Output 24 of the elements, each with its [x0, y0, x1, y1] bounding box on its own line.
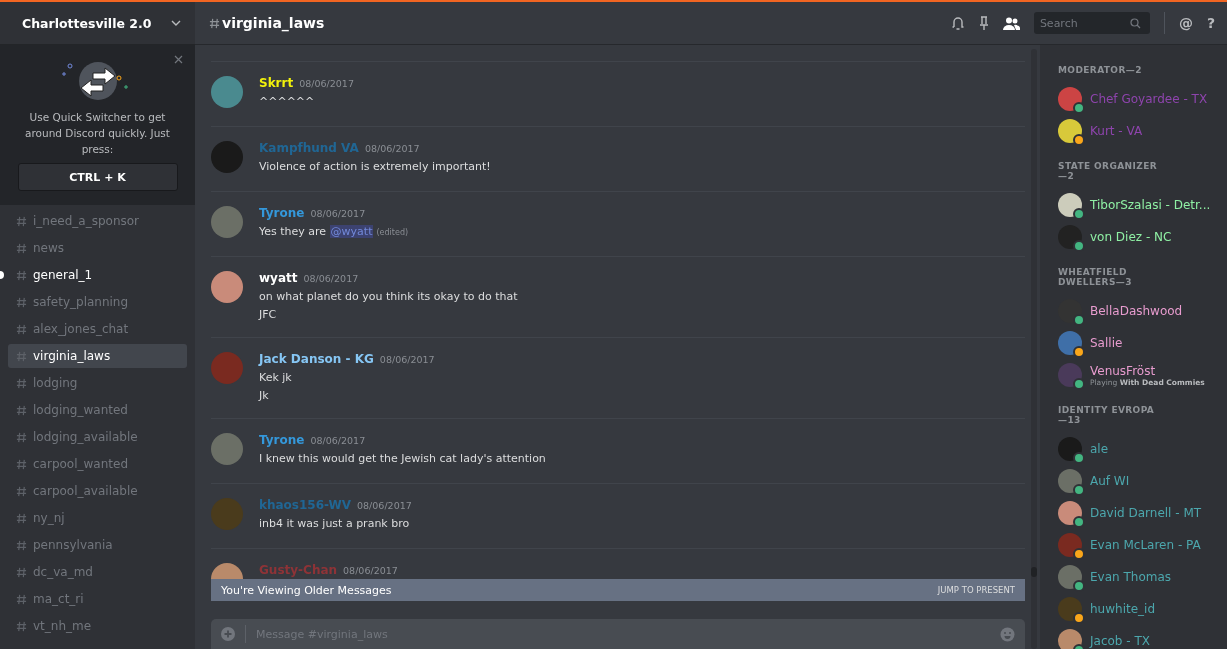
role-heading: MODERATOR—2 [1058, 65, 1143, 75]
message-text: on what planet do you think its okay to do that [259, 290, 518, 303]
timestamp: 08/06/2017 [310, 435, 366, 446]
older-messages-notice: You're Viewing Older Messages [221, 583, 392, 597]
timestamp: 08/06/2017 [299, 78, 354, 89]
role-heading: WHEATFIELD DWELLERS—3 [1058, 267, 1133, 287]
message-text: Violence of action is extremely important! [259, 160, 491, 173]
message-text: ^^^^^^ [259, 95, 316, 108]
role-heading: IDENTITY EVROPA—13 [1058, 405, 1156, 425]
channel-title: virginia_laws [222, 15, 325, 31]
message-text: Kek jk [259, 371, 293, 384]
timestamp: 08/06/2017 [343, 565, 398, 576]
message-text: Yes they are @wyatt (edited) [259, 225, 409, 239]
timestamp: 08/06/2017 [357, 500, 412, 511]
timestamp: 08/06/2017 [303, 273, 359, 284]
message-text: Jk [259, 389, 270, 402]
timestamp: 08/06/2017 [379, 354, 435, 365]
role-heading: STATE ORGANIZER—2 [1058, 161, 1158, 181]
message-text: JFC [259, 308, 278, 321]
message-text: I knew this would get the Jewish cat lady's attention [259, 452, 546, 465]
timestamp: 08/06/2017 [310, 208, 366, 219]
timestamp: 08/06/2017 [364, 143, 420, 154]
message-text: inb4 it was just a prank bro [259, 517, 411, 530]
quick-switcher-tip: Use Quick Switcher to get around Discord quickly. Just press: [24, 110, 171, 157]
